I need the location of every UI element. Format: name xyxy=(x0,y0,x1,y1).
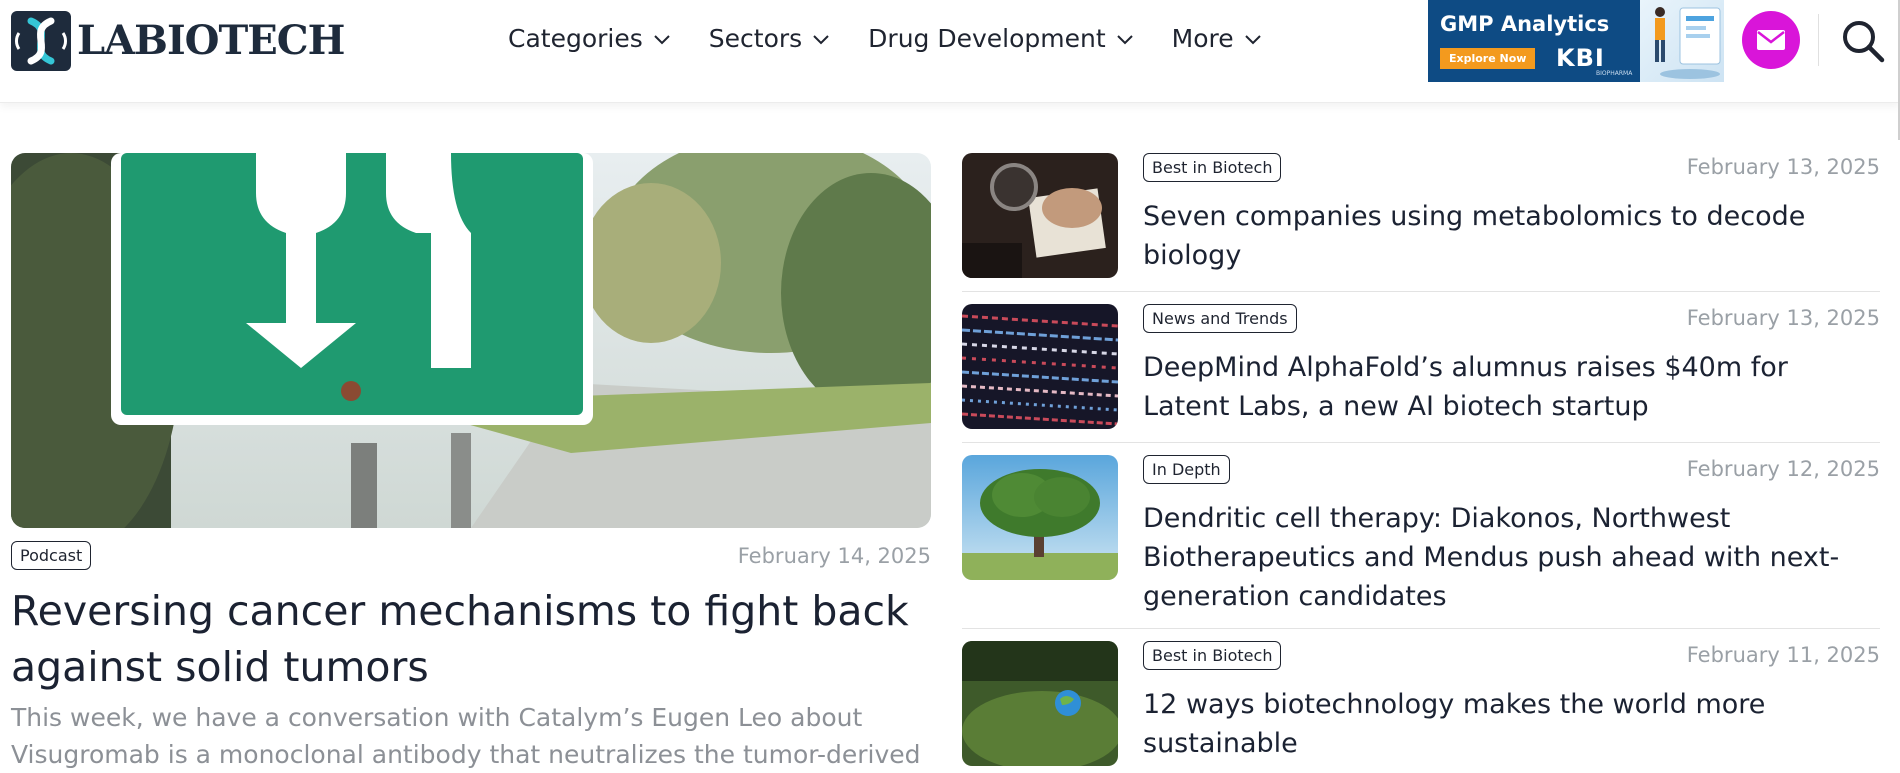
article-thumbnail[interactable] xyxy=(962,153,1118,278)
nav-item-categories[interactable]: Categories xyxy=(508,24,671,53)
article-thumbnail[interactable] xyxy=(962,304,1118,429)
article-date: February 13, 2025 xyxy=(1686,306,1880,330)
site-logo[interactable]: LABIOTECH xyxy=(11,10,345,71)
nav-label: Sectors xyxy=(708,24,803,53)
main-nav: Categories Sectors Drug Development More xyxy=(508,24,1300,53)
article-thumbnail[interactable] xyxy=(962,641,1118,766)
ad-title: GMP Analytics xyxy=(1440,12,1610,36)
article-list-item[interactable]: News and Trends February 13, 2025 DeepMi… xyxy=(962,304,1880,429)
article-list-item[interactable]: Best in Biotech February 11, 2025 12 way… xyxy=(962,641,1880,766)
search-button[interactable] xyxy=(1840,18,1886,64)
list-divider xyxy=(962,291,1880,292)
featured-date: February 14, 2025 xyxy=(737,544,931,568)
site-header: LABIOTECH Categories Sectors Drug Develo… xyxy=(0,0,1900,103)
list-divider xyxy=(962,442,1880,443)
article-date: February 12, 2025 xyxy=(1686,457,1880,481)
header-ad-banner[interactable]: GMP Analytics Explore Now KBI BIOPHARMA xyxy=(1428,0,1724,82)
article-category-badge[interactable]: Best in Biotech xyxy=(1143,641,1282,670)
ad-brand-logo: KBI xyxy=(1556,44,1605,72)
article-title[interactable]: Seven companies using metabolomics to de… xyxy=(1143,197,1873,275)
article-title[interactable]: DeepMind AlphaFold’s alumnus raises $40m… xyxy=(1143,348,1873,426)
article-date: February 11, 2025 xyxy=(1686,643,1880,667)
nav-item-drug-development[interactable]: Drug Development xyxy=(868,24,1134,53)
envelope-icon xyxy=(1757,30,1785,50)
chevron-down-icon xyxy=(654,34,670,44)
article-list-item[interactable]: Best in Biotech February 13, 2025 Seven … xyxy=(962,153,1880,278)
featured-image[interactable] xyxy=(11,153,931,528)
chevron-down-icon xyxy=(1116,34,1133,44)
article-thumbnail[interactable] xyxy=(962,455,1118,580)
nav-label: Categories xyxy=(508,24,643,53)
article-title[interactable]: 12 ways biotechnology makes the world mo… xyxy=(1143,685,1873,763)
article-date: February 13, 2025 xyxy=(1686,155,1880,179)
nav-label: Drug Development xyxy=(868,24,1106,53)
article-category-badge[interactable]: Best in Biotech xyxy=(1143,153,1282,182)
featured-title[interactable]: Reversing cancer mechanisms to fight bac… xyxy=(11,583,921,695)
ad-brand-sub: BIOPHARMA xyxy=(1596,70,1633,77)
chevron-down-icon xyxy=(813,34,829,44)
list-divider xyxy=(962,628,1880,629)
search-icon xyxy=(1843,21,1885,63)
article-list-item[interactable]: In Depth February 12, 2025 Dendritic cel… xyxy=(962,455,1880,625)
ad-illustration xyxy=(1640,0,1724,82)
newsletter-button[interactable] xyxy=(1742,11,1800,69)
ad-cta-button[interactable]: Explore Now xyxy=(1440,48,1536,69)
header-divider xyxy=(1818,14,1819,66)
nav-item-sectors[interactable]: Sectors xyxy=(709,24,830,53)
featured-category-badge[interactable]: Podcast xyxy=(11,541,92,570)
featured-excerpt: This week, we have a conversation with C… xyxy=(11,703,921,769)
nav-label: More xyxy=(1171,24,1234,53)
article-title[interactable]: Dendritic cell therapy: Diakonos, Northw… xyxy=(1143,499,1873,616)
article-category-badge[interactable]: In Depth xyxy=(1143,455,1230,484)
article-category-badge[interactable]: News and Trends xyxy=(1143,304,1297,333)
logo-icon xyxy=(11,10,71,71)
logo-text: LABIOTECH xyxy=(77,17,345,64)
nav-item-more[interactable]: More xyxy=(1172,24,1262,53)
chevron-down-icon xyxy=(1244,34,1261,44)
